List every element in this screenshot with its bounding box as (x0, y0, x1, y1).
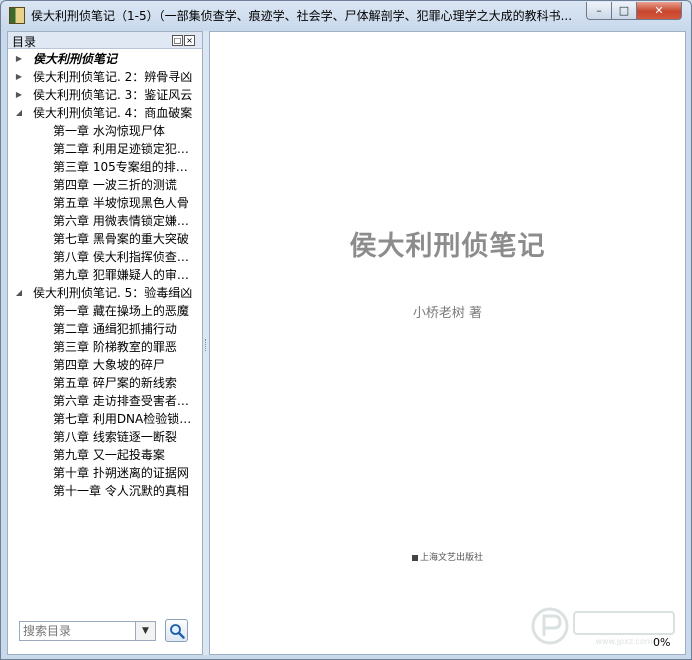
collapsed-arrow-icon[interactable]: ▶ (14, 86, 24, 104)
close-icon: ✕ (654, 4, 664, 17)
toc-item-label: 第二章 利用足迹锁定犯… (53, 142, 189, 156)
watermark-text: www.jpxz.com (595, 637, 653, 646)
search-toc-input[interactable] (19, 621, 136, 641)
toc-chapter-item[interactable]: 第七章 利用DNA检验锁… (8, 410, 202, 428)
toc-chapter-item[interactable]: 第十章 扑朔迷离的证据网 (8, 464, 202, 482)
toc-item-label: 第十一章 令人沉默的真相 (53, 484, 189, 498)
triangle-down-icon: ▼ (142, 626, 149, 636)
toc-item-label: 第九章 犯罪嫌疑人的审… (53, 268, 189, 282)
toc-chapter-item[interactable]: 第三章 105专案组的排… (8, 158, 202, 176)
search-dropdown-button[interactable]: ▼ (136, 621, 156, 641)
maximize-button[interactable]: □ (611, 2, 637, 20)
minimize-button[interactable]: – (586, 2, 612, 20)
toc-item-label: 第八章 线索链逐一断裂 (53, 430, 177, 444)
float-panel-icon[interactable]: □ (172, 35, 183, 46)
publisher-name: 上海文艺出版社 (419, 553, 483, 563)
toc-chapter-item[interactable]: 第十一章 令人沉默的真相 (8, 482, 202, 500)
toc-item-label: 第六章 走访排查受害者… (53, 394, 189, 408)
toc-item-label: 第五章 半坡惊现黑色人骨 (53, 196, 189, 210)
toc-item-label: 第一章 水沟惊现尸体 (53, 124, 165, 138)
magnifier-icon (170, 624, 185, 639)
close-button[interactable]: ✕ (636, 2, 682, 20)
toc-item-label: 第四章 大象坡的碎尸 (53, 358, 165, 372)
toc-chapter-item[interactable]: 第九章 又一起投毒案 (8, 446, 202, 464)
book-title: 侯大利刑侦笔记 (349, 231, 546, 262)
minimize-icon: – (596, 4, 602, 17)
toc-item-label: 第四章 一波三折的测谎 (53, 178, 177, 192)
collapsed-arrow-icon[interactable]: ▶ (14, 68, 24, 86)
toc-chapter-item[interactable]: 第六章 走访排查受害者… (8, 392, 202, 410)
expanded-arrow-icon[interactable]: ◢ (14, 284, 24, 302)
toc-chapter-item[interactable]: 第八章 线索链逐一断裂 (8, 428, 202, 446)
toc-item-label: 侯大利刑侦笔记. 3：鉴证风云 (33, 88, 193, 102)
toc-chapter-item[interactable]: 第九章 犯罪嫌疑人的审… (8, 266, 202, 284)
expanded-arrow-icon[interactable]: ◢ (14, 104, 24, 122)
toc-title: 目录 (12, 35, 37, 49)
reading-progress: 0% (653, 636, 671, 649)
toc-book-item[interactable]: ▶ 侯大利刑侦笔记. 3：鉴证风云 (8, 86, 202, 104)
toc-chapter-item[interactable]: 第四章 一波三折的测谎 (8, 176, 202, 194)
reading-pane[interactable]: 侯大利刑侦笔记 小桥老树 著 上海文艺出版社 www.jpxz.com 0% (209, 31, 686, 655)
window-title: 侯大利刑侦笔记（1-5）（一部集侦查学、痕迹学、社会学、尸体解剖学、犯罪心理学之… (31, 9, 573, 23)
toc-item-label: 侯大利刑侦笔记. 5：验毒缉凶 (33, 286, 193, 300)
toc-item-label: 第三章 105专案组的排… (53, 160, 188, 174)
publisher-logo: 上海文艺出版社 (210, 550, 685, 563)
search-button[interactable] (165, 619, 188, 642)
book-app-icon[interactable] (9, 7, 25, 24)
toc-chapter-item[interactable]: 第八章 侯大利指挥侦查… (8, 248, 202, 266)
toc-chapter-item[interactable]: 第六章 用微表情锁定嫌… (8, 212, 202, 230)
toc-chapter-item[interactable]: 第七章 黑骨案的重大突破 (8, 230, 202, 248)
toc-chapter-item[interactable]: 第二章 利用足迹锁定犯… (8, 140, 202, 158)
toc-item-label: 侯大利刑侦笔记 (33, 52, 118, 66)
toc-book-item[interactable]: ▶ 侯大利刑侦笔记 (8, 50, 202, 68)
toc-item-label: 第二章 通缉犯抓捕行动 (53, 322, 177, 336)
toc-book-item[interactable]: ◢ 侯大利刑侦笔记. 4：商血破案 (8, 104, 202, 122)
toc-chapter-item[interactable]: 第三章 阶梯教室的罪恶 (8, 338, 202, 356)
toc-chapter-item[interactable]: 第五章 碎尸案的新线索 (8, 374, 202, 392)
toc-item-label: 第十章 扑朔迷离的证据网 (53, 466, 189, 480)
maximize-icon: □ (618, 4, 630, 17)
toc-item-label: 侯大利刑侦笔记. 4：商血破案 (33, 106, 193, 120)
toc-item-label: 第三章 阶梯教室的罪恶 (53, 340, 177, 354)
toc-header: 目录 □ × (8, 32, 202, 49)
toc-item-label: 第五章 碎尸案的新线索 (53, 376, 177, 390)
toc-item-label: 第八章 侯大利指挥侦查… (53, 250, 189, 264)
toc-book-item[interactable]: ◢ 侯大利刑侦笔记. 5：验毒缉凶 (8, 284, 202, 302)
collapsed-arrow-icon[interactable]: ▶ (14, 50, 24, 68)
splitter-grip[interactable] (205, 339, 208, 351)
toc-item-label: 第六章 用微表情锁定嫌… (53, 214, 189, 228)
toc-chapter-item[interactable]: 第四章 大象坡的碎尸 (8, 356, 202, 374)
title-bar[interactable]: 侯大利刑侦笔记（1-5）（一部集侦查学、痕迹学、社会学、尸体解剖学、犯罪心理学之… (1, 1, 691, 29)
toc-item-label: 第七章 黑骨案的重大突破 (53, 232, 189, 246)
toc-item-label: 第一章 藏在操场上的恶魔 (53, 304, 189, 318)
toc-chapter-item[interactable]: 第五章 半坡惊现黑色人骨 (8, 194, 202, 212)
toc-chapter-item[interactable]: 第一章 水沟惊现尸体 (8, 122, 202, 140)
toc-item-label: 侯大利刑侦笔记. 2：辨骨寻凶 (33, 70, 193, 84)
toc-tree: ▶ 侯大利刑侦笔记 ▶ 侯大利刑侦笔记. 2：辨骨寻凶 ▶ 侯大利刑侦笔记. 3：鉴证风云… (8, 50, 202, 630)
book-author: 小桥老树 著 (412, 306, 483, 321)
toc-item-label: 第七章 利用DNA检验锁… (53, 412, 192, 426)
toc-sidebar: 目录 □ × ▶ 侯大利刑侦笔记 ▶ 侯大利刑侦笔记. 2：辨骨寻凶 ▶ 侯大利刑侦笔记.… (7, 31, 203, 655)
toc-item-label: 第九章 又一起投毒案 (53, 448, 165, 462)
toc-chapter-item[interactable]: 第二章 通缉犯抓捕行动 (8, 320, 202, 338)
toc-chapter-item[interactable]: 第一章 藏在操场上的恶魔 (8, 302, 202, 320)
toc-book-item[interactable]: ▶ 侯大利刑侦笔记. 2：辨骨寻凶 (8, 68, 202, 86)
app-window: 侯大利刑侦笔记（1-5）（一部集侦查学、痕迹学、社会学、尸体解剖学、犯罪心理学之… (0, 0, 692, 660)
close-panel-icon[interactable]: × (184, 35, 195, 46)
